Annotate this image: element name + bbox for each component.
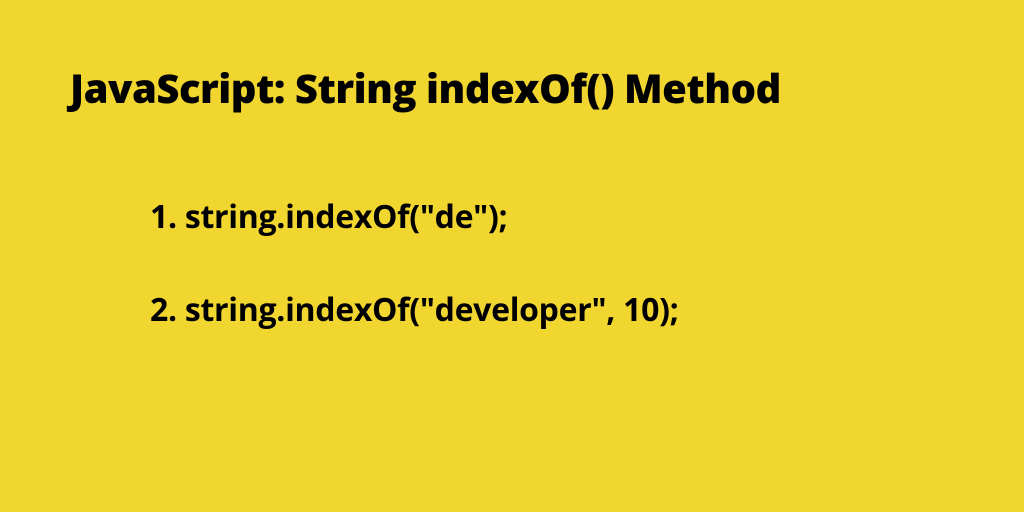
code-example-2: 2. string.indexOf("developer", 10);	[150, 288, 954, 331]
slide: JavaScript: String indexOf() Method 1. s…	[0, 0, 1024, 512]
code-example-1: 1. string.indexOf("de");	[150, 195, 954, 238]
slide-title: JavaScript: String indexOf() Method	[70, 60, 954, 115]
code-examples: 1. string.indexOf("de"); 2. string.index…	[70, 195, 954, 331]
